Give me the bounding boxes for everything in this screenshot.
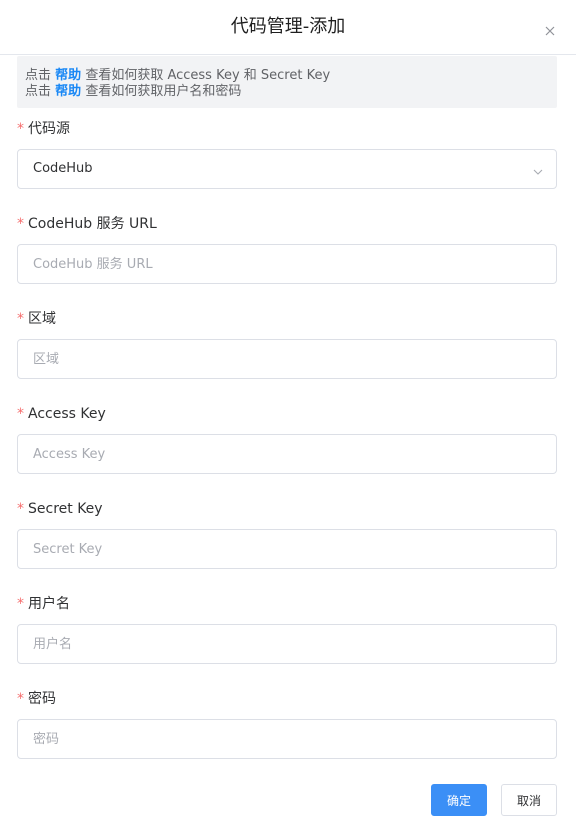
required-mark: * [17, 216, 24, 232]
secret-key-input[interactable] [18, 530, 556, 568]
help-link[interactable]: 帮助 [55, 68, 81, 83]
secret-key-label-text: Secret Key [28, 501, 103, 517]
source-label: * 代码源 [17, 120, 70, 138]
tip-text: 点击 [25, 68, 52, 83]
region-label-text: 区域 [28, 311, 56, 327]
region-field [17, 339, 557, 379]
required-mark: * [17, 121, 24, 137]
access-key-field [17, 434, 557, 474]
help-link[interactable]: 帮助 [55, 84, 81, 99]
password-field [17, 719, 557, 759]
secret-key-field [17, 529, 557, 569]
url-input[interactable] [18, 245, 556, 283]
region-label: * 区域 [17, 310, 56, 328]
secret-key-label: * Secret Key [17, 500, 103, 518]
tip-line-1: 点击 帮助 查看如何获取 Access Key 和 Secret Key [25, 68, 557, 84]
code-management-add-dialog: 代码管理-添加 点击 帮助 查看如何获取 Access Key 和 Secret… [0, 0, 576, 836]
source-label-text: 代码源 [28, 121, 70, 137]
dialog-title: 代码管理-添加 [230, 16, 346, 37]
required-mark: * [17, 596, 24, 612]
region-input[interactable] [18, 340, 556, 378]
source-select-value: CodeHub [33, 161, 93, 176]
tip-text: 查看如何获取 Access Key 和 Secret Key [85, 68, 331, 83]
source-select[interactable]: CodeHub [17, 149, 557, 189]
password-input[interactable] [18, 720, 556, 758]
required-mark: * [17, 691, 24, 707]
access-key-input[interactable] [18, 435, 556, 473]
username-field [17, 624, 557, 664]
required-mark: * [17, 501, 24, 517]
url-field [17, 244, 557, 284]
access-key-label-text: Access Key [28, 406, 106, 422]
tip-text: 查看如何获取用户名和密码 [85, 84, 242, 99]
help-tip: 点击 帮助 查看如何获取 Access Key 和 Secret Key 点击 … [17, 56, 557, 108]
confirm-button[interactable]: 确定 [431, 784, 487, 816]
username-label: * 用户名 [17, 595, 70, 613]
chevron-down-icon [532, 163, 544, 175]
url-label: * CodeHub 服务 URL [17, 215, 157, 233]
password-label-text: 密码 [28, 691, 56, 707]
required-mark: * [17, 406, 24, 422]
access-key-label: * Access Key [17, 405, 106, 423]
tip-line-2: 点击 帮助 查看如何获取用户名和密码 [25, 84, 557, 100]
tip-text: 点击 [25, 84, 52, 99]
cancel-button[interactable]: 取消 [501, 784, 557, 816]
password-label: * 密码 [17, 690, 56, 708]
close-icon[interactable] [544, 22, 556, 36]
username-input[interactable] [18, 625, 556, 663]
username-label-text: 用户名 [28, 596, 70, 612]
dialog-header: 代码管理-添加 [0, 0, 576, 55]
required-mark: * [17, 311, 24, 327]
url-label-text: CodeHub 服务 URL [28, 216, 157, 232]
